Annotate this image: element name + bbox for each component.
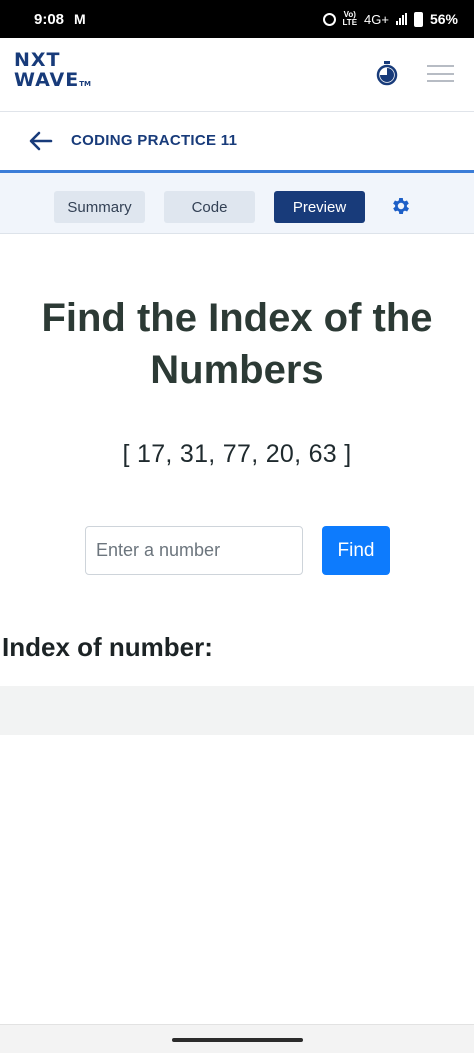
- tab-summary[interactable]: Summary: [54, 191, 145, 223]
- system-nav-bar: [0, 1024, 474, 1053]
- breadcrumb: CODING PRACTICE 11: [0, 112, 474, 172]
- battery-percent: 56%: [429, 11, 458, 27]
- status-time: 9:08: [34, 10, 65, 28]
- result-output: [0, 686, 474, 735]
- timer-icon[interactable]: [376, 60, 398, 86]
- numbers-array: [ 17, 31, 77, 20, 63 ]: [122, 440, 352, 468]
- find-button[interactable]: Find: [322, 526, 390, 575]
- status-bar: 9:08 M Vo) LTE 4G+ 56%: [0, 0, 474, 38]
- gmail-notification-icon: M: [74, 11, 86, 27]
- logo-line1: NXT: [14, 49, 61, 71]
- volte-icon: Vo) LTE: [342, 10, 358, 27]
- gear-icon[interactable]: [390, 195, 412, 217]
- nxtwave-logo[interactable]: NXT WAVETM: [14, 50, 91, 94]
- page-title: CODING PRACTICE 11: [71, 132, 238, 149]
- battery-icon: [413, 11, 423, 27]
- network-type: 4G+: [364, 11, 389, 27]
- index-label: Index of number:: [2, 632, 213, 662]
- number-input[interactable]: [85, 526, 303, 575]
- signal-icon: [395, 13, 407, 25]
- back-arrow-icon[interactable]: [27, 128, 55, 154]
- tab-preview[interactable]: Preview: [274, 191, 365, 223]
- alarm-icon: [322, 12, 336, 26]
- home-gesture-bar[interactable]: [172, 1038, 303, 1042]
- app-header: NXT WAVETM: [0, 38, 474, 112]
- logo-tm: TM: [79, 80, 91, 88]
- tab-code[interactable]: Code: [164, 191, 255, 223]
- tab-bar: Summary Code Preview: [0, 173, 474, 234]
- preview-heading: Find the Index of the Numbers: [41, 296, 433, 392]
- logo-line2: WAVE: [14, 69, 80, 91]
- hamburger-menu-icon[interactable]: [427, 65, 454, 82]
